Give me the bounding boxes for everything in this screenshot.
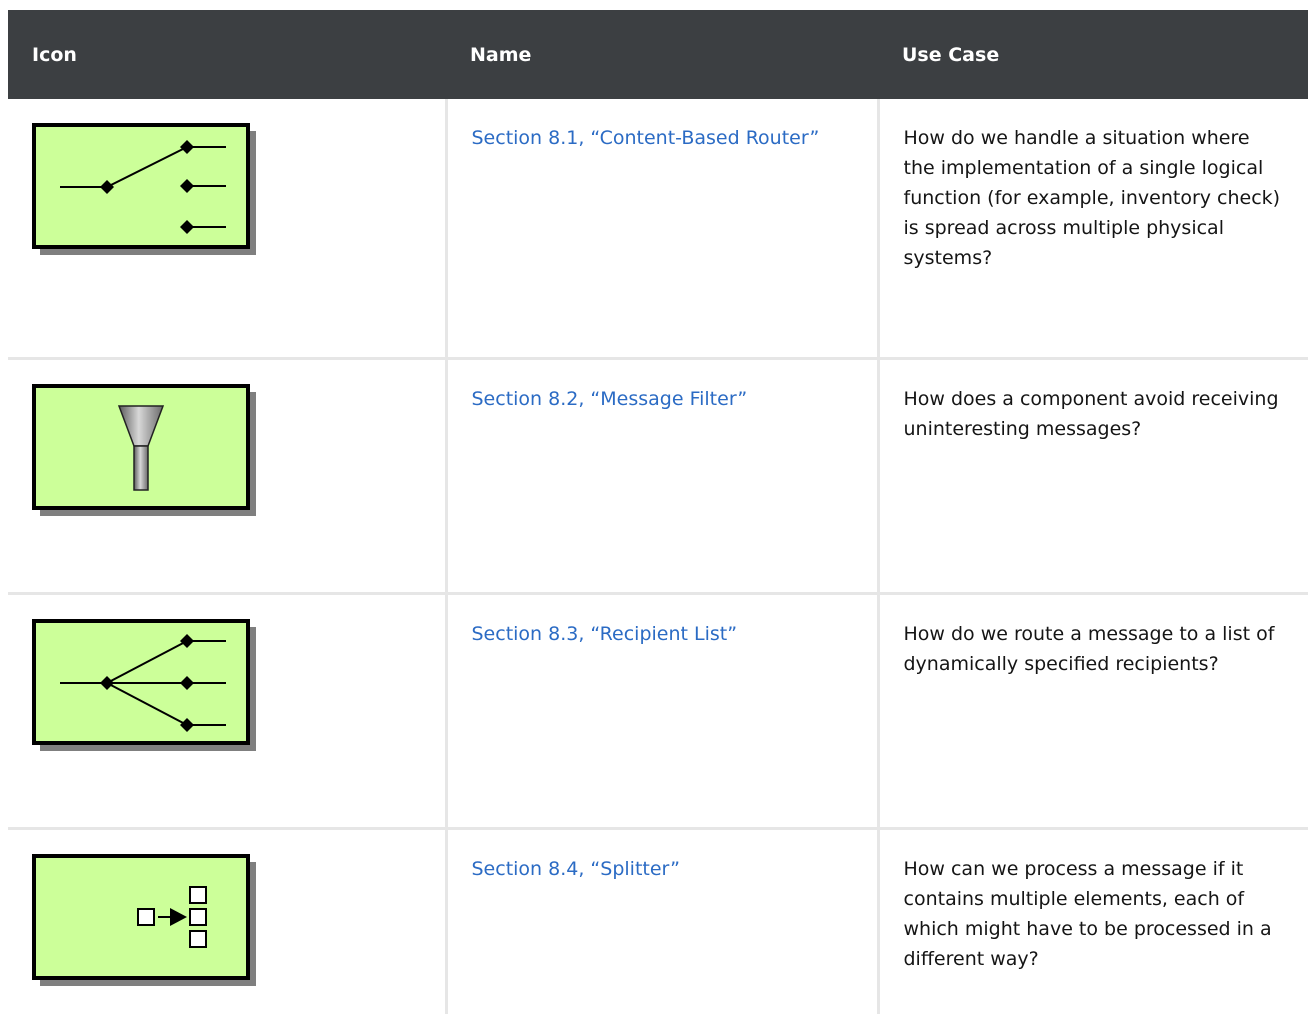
content-based-router-icon: [32, 123, 260, 259]
table-row: Section 8.3, “Recipient List” How do we …: [8, 594, 1308, 829]
header-name: Name: [446, 10, 878, 99]
use-case-cell: How does a component avoid receiving uni…: [878, 359, 1308, 594]
table-row: Section 8.2, “Message Filter” How does a…: [8, 359, 1308, 594]
table-row: Section 8.1, “Content-Based Router” How …: [8, 99, 1308, 359]
name-cell: Section 8.2, “Message Filter”: [446, 359, 878, 594]
table-row: Section 8.4, “Splitter” How can we proce…: [8, 829, 1308, 1014]
header-use-case: Use Case: [878, 10, 1308, 99]
message-filter-icon: [32, 384, 260, 520]
eip-table: Icon Name Use Case: [8, 10, 1308, 1014]
header-icon: Icon: [8, 10, 446, 99]
use-case-cell: How can we process a message if it conta…: [878, 829, 1308, 1014]
link-message-filter[interactable]: Section 8.2, “Message Filter”: [472, 388, 748, 410]
link-splitter[interactable]: Section 8.4, “Splitter”: [472, 858, 681, 880]
icon-cell: [8, 359, 446, 594]
use-case-cell: How do we route a message to a list of d…: [878, 594, 1308, 829]
recipient-list-icon: [32, 619, 260, 755]
table-header-row: Icon Name Use Case: [8, 10, 1308, 99]
icon-cell: [8, 594, 446, 829]
icon-cell: [8, 99, 446, 359]
name-cell: Section 8.1, “Content-Based Router”: [446, 99, 878, 359]
name-cell: Section 8.3, “Recipient List”: [446, 594, 878, 829]
link-recipient-list[interactable]: Section 8.3, “Recipient List”: [472, 623, 738, 645]
splitter-icon: [32, 854, 260, 990]
use-case-cell: How do we handle a situation where the i…: [878, 99, 1308, 359]
name-cell: Section 8.4, “Splitter”: [446, 829, 878, 1014]
icon-cell: [8, 829, 446, 1014]
link-content-based-router[interactable]: Section 8.1, “Content-Based Router”: [472, 127, 820, 149]
